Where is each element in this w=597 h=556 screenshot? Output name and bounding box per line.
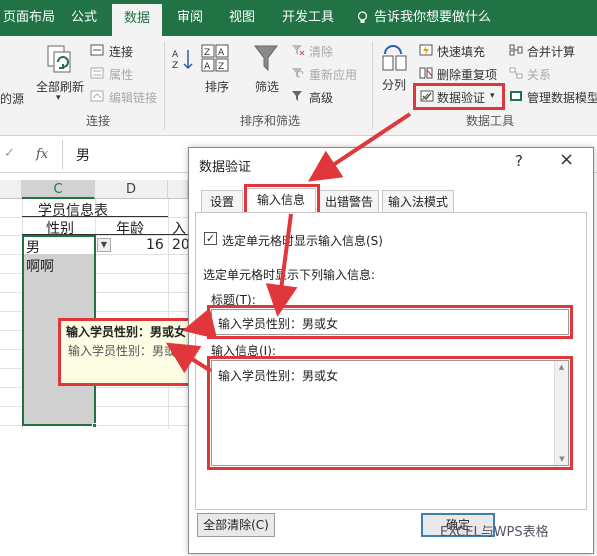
consolidate-icon <box>509 44 523 56</box>
refresh-all-icon <box>47 45 71 73</box>
select-all-corner[interactable] <box>0 180 22 199</box>
reapply-button[interactable]: 重新应用 <box>309 66 357 83</box>
connections-button[interactable]: 连接 <box>109 43 133 60</box>
sort-dialog-icon: Z A A Z <box>201 44 229 72</box>
tab-formulas[interactable]: 公式 <box>62 0 106 36</box>
properties-icon <box>90 67 104 79</box>
show-input-message-label[interactable]: 选定单元格时显示输入信息(S) <box>222 232 383 249</box>
refresh-dropdown-icon[interactable]: ▾ <box>56 93 61 103</box>
manage-data-model-icon <box>510 91 522 101</box>
sort-button[interactable]: 排序 <box>205 78 229 95</box>
clear-filter-icon <box>292 45 305 56</box>
relationships-icon <box>509 67 523 79</box>
remove-duplicates-icon <box>419 67 433 79</box>
properties-button[interactable]: 属性 <box>109 66 133 83</box>
tab-view[interactable]: 视图 <box>220 0 264 36</box>
tab-data[interactable]: 数据 <box>112 4 162 36</box>
ribbon-tab-bar: 页面布局 公式 数据 审阅 视图 开发工具 告诉我你想要做什么 <box>0 0 597 36</box>
fill-handle[interactable] <box>92 423 97 428</box>
text-to-columns-icon <box>382 45 407 71</box>
flash-fill-button[interactable]: 快速填充 <box>437 43 485 60</box>
header-age: 年龄 <box>116 221 144 237</box>
show-input-message-checkbox[interactable]: ✓ <box>204 232 217 245</box>
reapply-icon <box>292 68 304 78</box>
header-gender: 性别 <box>46 221 74 237</box>
filter-icon <box>254 45 278 72</box>
insert-function-button[interactable]: fx <box>36 147 48 162</box>
lightbulb-icon <box>357 11 368 23</box>
edit-links-button[interactable]: 编辑链接 <box>109 89 157 106</box>
active-tab-highlight <box>244 184 320 215</box>
table-title: 学员信息表 <box>38 203 108 219</box>
clear-button[interactable]: 清除 <box>309 43 333 60</box>
consolidate-button[interactable]: 合并计算 <box>527 43 575 60</box>
group-label-sort-filter: 排序和筛选 <box>240 114 301 128</box>
watermark-text: EXCEL与WPS表格 <box>440 525 549 540</box>
close-icon[interactable]: × <box>559 149 574 170</box>
connections-icon <box>90 44 104 56</box>
input-message-tooltip: 输入学员性别：男或女 输入学员性别：男或女 <box>58 318 192 386</box>
svg-text:Z: Z <box>218 62 224 72</box>
formula-input[interactable]: 男 <box>76 145 90 165</box>
tooltip-title: 输入学员性别：男或女 <box>66 325 187 339</box>
tab-developer[interactable]: 开发工具 <box>272 0 344 36</box>
column-header-e[interactable] <box>168 180 188 199</box>
advanced-filter-icon <box>292 91 302 101</box>
ribbon-separator <box>372 42 373 130</box>
message-field-highlight <box>207 356 573 470</box>
help-icon[interactable]: ? <box>515 152 523 170</box>
svg-text:A: A <box>218 48 225 58</box>
data-validation-highlight <box>413 83 505 110</box>
relationships-button[interactable]: 关系 <box>527 66 551 83</box>
remove-duplicates-button[interactable]: 删除重复项 <box>437 66 497 83</box>
clear-all-button[interactable]: 全部清除(C) <box>197 513 275 537</box>
column-header-d[interactable]: D <box>95 180 168 199</box>
tell-me-box[interactable]: 告诉我你想要做什么 <box>374 0 494 36</box>
tab-settings[interactable]: 设置 <box>201 190 243 212</box>
formula-divider <box>62 140 63 170</box>
dialog-title: 数据验证 <box>199 160 252 175</box>
group-label-data-tools: 数据工具 <box>466 114 515 128</box>
svg-text:Z: Z <box>172 61 178 70</box>
tab-review[interactable]: 审阅 <box>168 0 212 36</box>
cell-gender-1[interactable]: 男 <box>26 237 40 257</box>
sort-az-icon: A Z <box>172 50 193 70</box>
tab-error-alert[interactable]: 出错警告 <box>319 190 379 212</box>
header-partial: 入 <box>172 221 186 237</box>
tab-ime-mode[interactable]: 输入法模式 <box>382 190 454 212</box>
manage-data-model-button[interactable]: 管理数据模型 <box>527 89 597 106</box>
cell-gender-2[interactable]: 啊啊 <box>26 256 54 276</box>
text-to-columns-button[interactable]: 分列 <box>382 76 406 93</box>
cell-age-1[interactable]: 16 <box>146 237 164 253</box>
svg-text:Z: Z <box>204 48 210 58</box>
data-validation-dialog: 数据验证 ? × 设置 输入信息 出错警告 输入法模式 ✓ 选定单元格时显示输入… <box>188 147 594 554</box>
filter-button[interactable]: 筛选 <box>255 78 279 95</box>
svg-text:A: A <box>172 50 179 60</box>
confirm-check-icon[interactable]: ✓ <box>4 146 15 161</box>
data-source-label[interactable]: 的源 <box>0 90 24 107</box>
flash-fill-icon <box>419 44 433 56</box>
tab-page-layout[interactable]: 页面布局 <box>0 0 58 36</box>
edit-links-icon <box>90 90 104 102</box>
tooltip-body: 输入学员性别：男或女 <box>68 344 189 358</box>
svg-text:A: A <box>204 62 211 72</box>
group-label: 选定单元格时显示下列输入信息: <box>203 268 376 282</box>
ribbon-separator <box>164 42 165 130</box>
validation-dropdown-arrow[interactable]: ▼ <box>97 238 111 252</box>
advanced-button[interactable]: 高级 <box>309 89 333 106</box>
title-field-highlight <box>207 305 573 339</box>
column-header-c[interactable]: C <box>22 180 95 199</box>
group-label-connections: 连接 <box>86 114 111 128</box>
